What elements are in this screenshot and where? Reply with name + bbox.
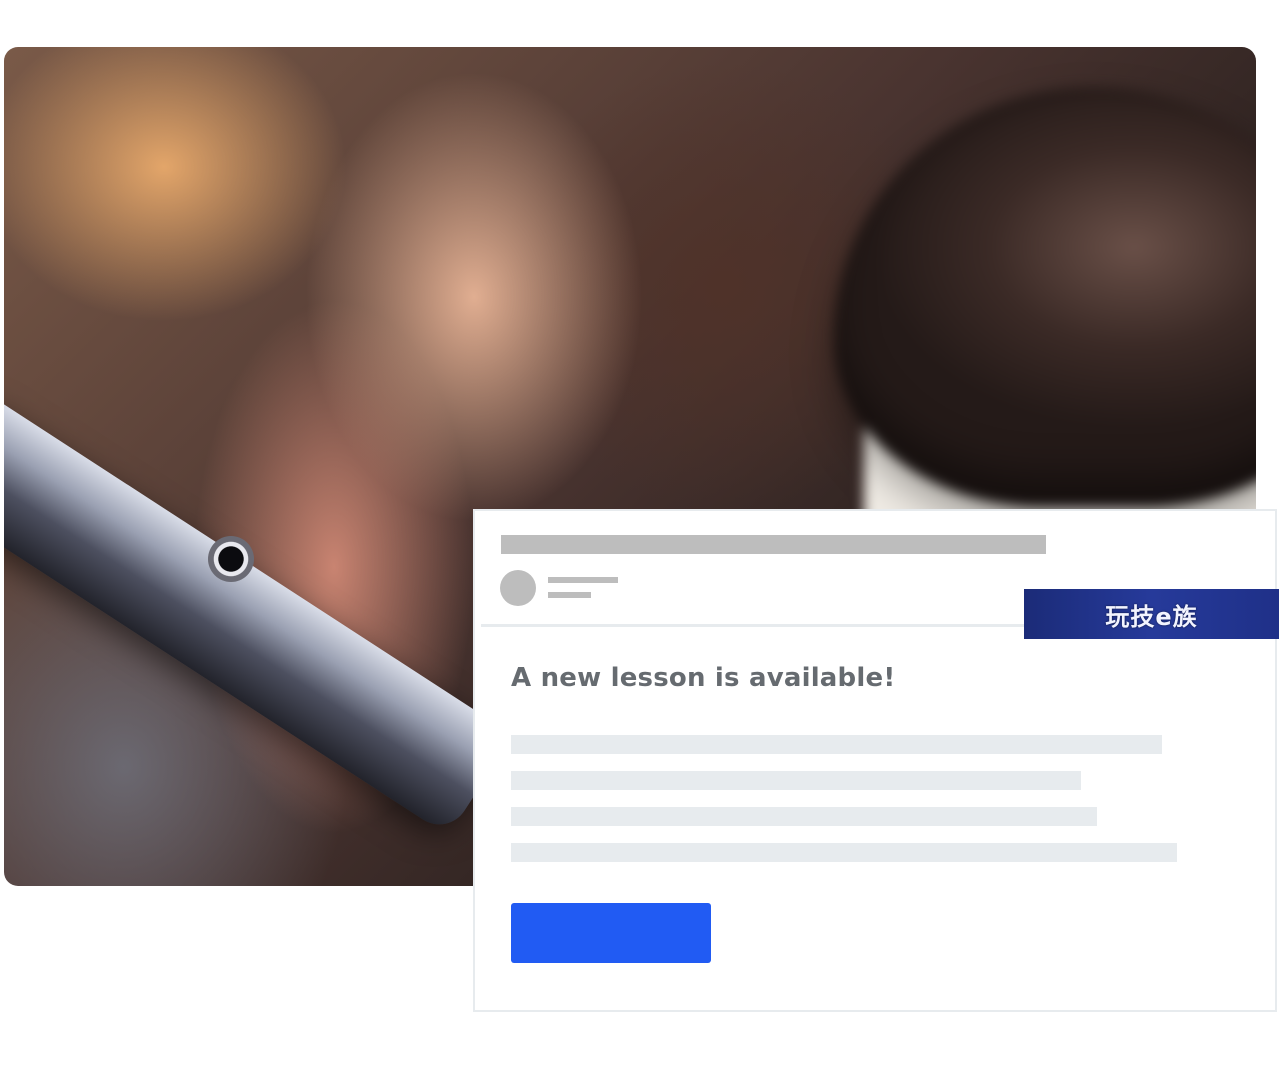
body-text-placeholder — [511, 807, 1097, 826]
watermark-logo: 玩技e族 — [1024, 589, 1279, 639]
call-to-action-button[interactable] — [511, 903, 711, 963]
email-heading: A new lesson is available! — [511, 663, 896, 693]
subject-placeholder — [501, 535, 1046, 554]
body-text-placeholder — [511, 843, 1177, 862]
email-preview-card: A new lesson is available! — [473, 509, 1277, 1012]
headphone-jack — [208, 536, 254, 582]
coffee-cup-lid — [834, 87, 1256, 507]
sender-avatar — [500, 570, 536, 606]
body-text-placeholder — [511, 771, 1081, 790]
watermark-text: 玩技e族 — [1105, 602, 1198, 631]
sender-name-placeholder — [548, 577, 618, 583]
body-text-placeholder — [511, 735, 1162, 754]
sender-address-placeholder — [548, 592, 591, 598]
